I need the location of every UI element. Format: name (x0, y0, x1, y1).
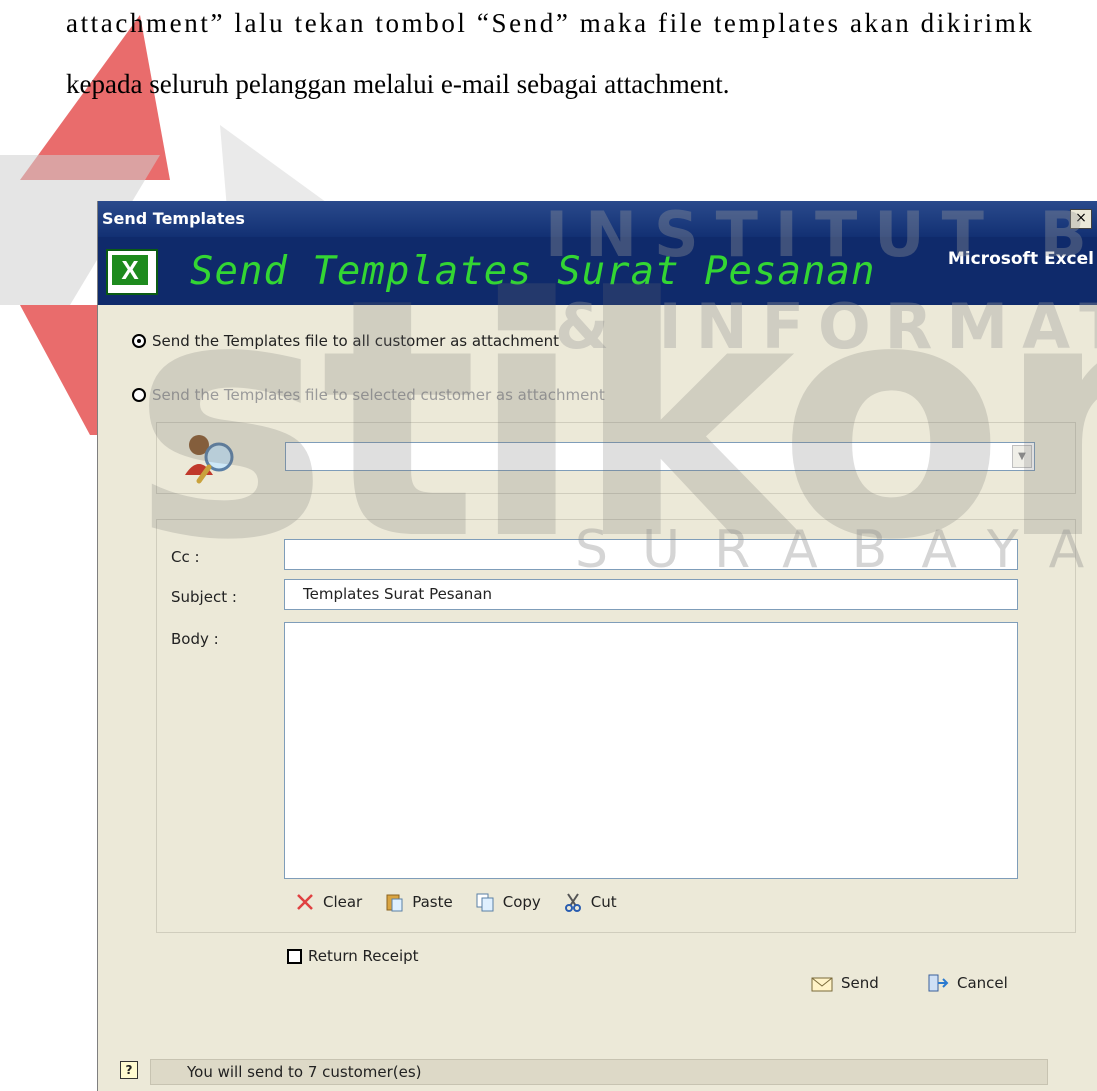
document-line-2: kepada seluruh pelanggan melalui e-mail … (66, 69, 730, 99)
dialog-banner: X Send Templates Surat Pesanan Microsoft… (98, 237, 1097, 305)
excel-icon: X (106, 249, 158, 295)
status-message: You will send to 7 customer(es) (150, 1059, 1048, 1085)
document-line-1: attachment” lalu tekan tombol “Send” mak… (66, 8, 1035, 38)
radio-button-unselected[interactable] (132, 388, 146, 402)
cancel-label: Cancel (957, 974, 1008, 992)
radio-send-selected[interactable]: Send the Templates file to selected cust… (132, 386, 605, 404)
copy-label: Copy (502, 893, 541, 911)
edit-toolbar: Clear Paste Copy Cut (295, 892, 617, 912)
banner-app-name: Microsoft Excel (947, 249, 1094, 269)
dialog-titlebar: Send Templates × (98, 201, 1097, 237)
body-label: Body : (171, 630, 219, 648)
dialog-title: Send Templates (102, 209, 245, 228)
send-templates-dialog: Send Templates × X Send Templates Surat … (97, 201, 1097, 1091)
cancel-button[interactable]: Cancel (927, 973, 1008, 993)
paste-label: Paste (412, 893, 453, 911)
send-button[interactable]: Send (811, 973, 879, 993)
checkbox-unchecked[interactable] (287, 948, 302, 964)
return-receipt-label: Return Receipt (308, 947, 419, 965)
copy-button[interactable]: Copy (475, 892, 541, 912)
cc-field[interactable] (284, 539, 1018, 570)
clear-label: Clear (323, 893, 363, 911)
customer-dropdown[interactable]: ▼ (285, 442, 1035, 471)
cut-label: Cut (590, 893, 617, 911)
exit-door-icon (928, 974, 949, 992)
help-icon[interactable]: ? (120, 1061, 138, 1079)
status-bar: ? You will send to 7 customer(es) (98, 1057, 1097, 1091)
paste-button[interactable]: Paste (384, 892, 453, 912)
envelope-icon (811, 977, 833, 992)
return-receipt-checkbox[interactable]: Return Receipt (287, 947, 419, 965)
chevron-down-icon[interactable]: ▼ (1012, 445, 1032, 468)
cut-button[interactable]: Cut (563, 892, 617, 912)
search-user-icon (185, 435, 234, 484)
radio-send-selected-label: Send the Templates file to selected cust… (152, 386, 605, 404)
x-icon (297, 894, 313, 910)
clear-button[interactable]: Clear (295, 892, 362, 912)
subject-field[interactable]: Templates Surat Pesanan (284, 579, 1018, 610)
send-label: Send (841, 974, 879, 992)
banner-title: Send Templates Surat Pesanan (190, 249, 876, 294)
customer-select-group: ▼ (156, 422, 1076, 494)
scissors-icon (564, 893, 581, 912)
close-button[interactable]: × (1070, 209, 1092, 229)
body-textarea[interactable] (284, 622, 1018, 879)
cc-label: Cc : (171, 548, 200, 566)
copy-icon (476, 893, 494, 912)
radio-button-selected[interactable] (132, 334, 146, 348)
clipboard-icon (386, 894, 403, 912)
radio-send-all[interactable]: Send the Templates file to all customer … (132, 332, 559, 350)
mail-compose-group: Cc : Subject : Templates Surat Pesanan B… (156, 519, 1076, 933)
subject-label: Subject : (171, 588, 237, 606)
radio-send-all-label: Send the Templates file to all customer … (152, 332, 559, 350)
